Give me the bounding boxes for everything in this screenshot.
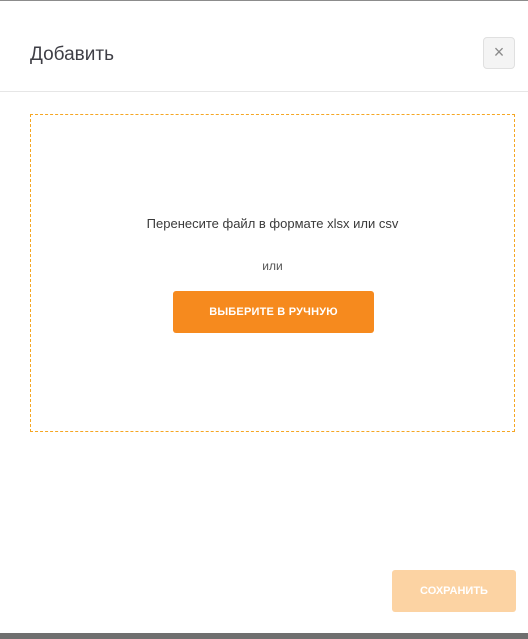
dialog-title: Добавить xyxy=(30,44,114,65)
add-dialog: Добавить × Перенесите файл в формате xls… xyxy=(0,0,528,639)
choose-file-button[interactable]: ВЫБЕРИТЕ В РУЧНУЮ xyxy=(173,291,374,333)
dialog-header: Добавить × xyxy=(0,1,528,92)
dropzone-instruction: Перенесите файл в формате xlsx или csv xyxy=(146,216,399,231)
close-button[interactable]: × xyxy=(483,37,515,69)
file-dropzone[interactable]: Перенесите файл в формате xlsx или csv и… xyxy=(30,114,515,432)
close-icon: × xyxy=(493,42,505,62)
dropzone-or-text: или xyxy=(262,259,283,273)
save-button[interactable]: СОХРАНИТЬ xyxy=(392,570,516,612)
